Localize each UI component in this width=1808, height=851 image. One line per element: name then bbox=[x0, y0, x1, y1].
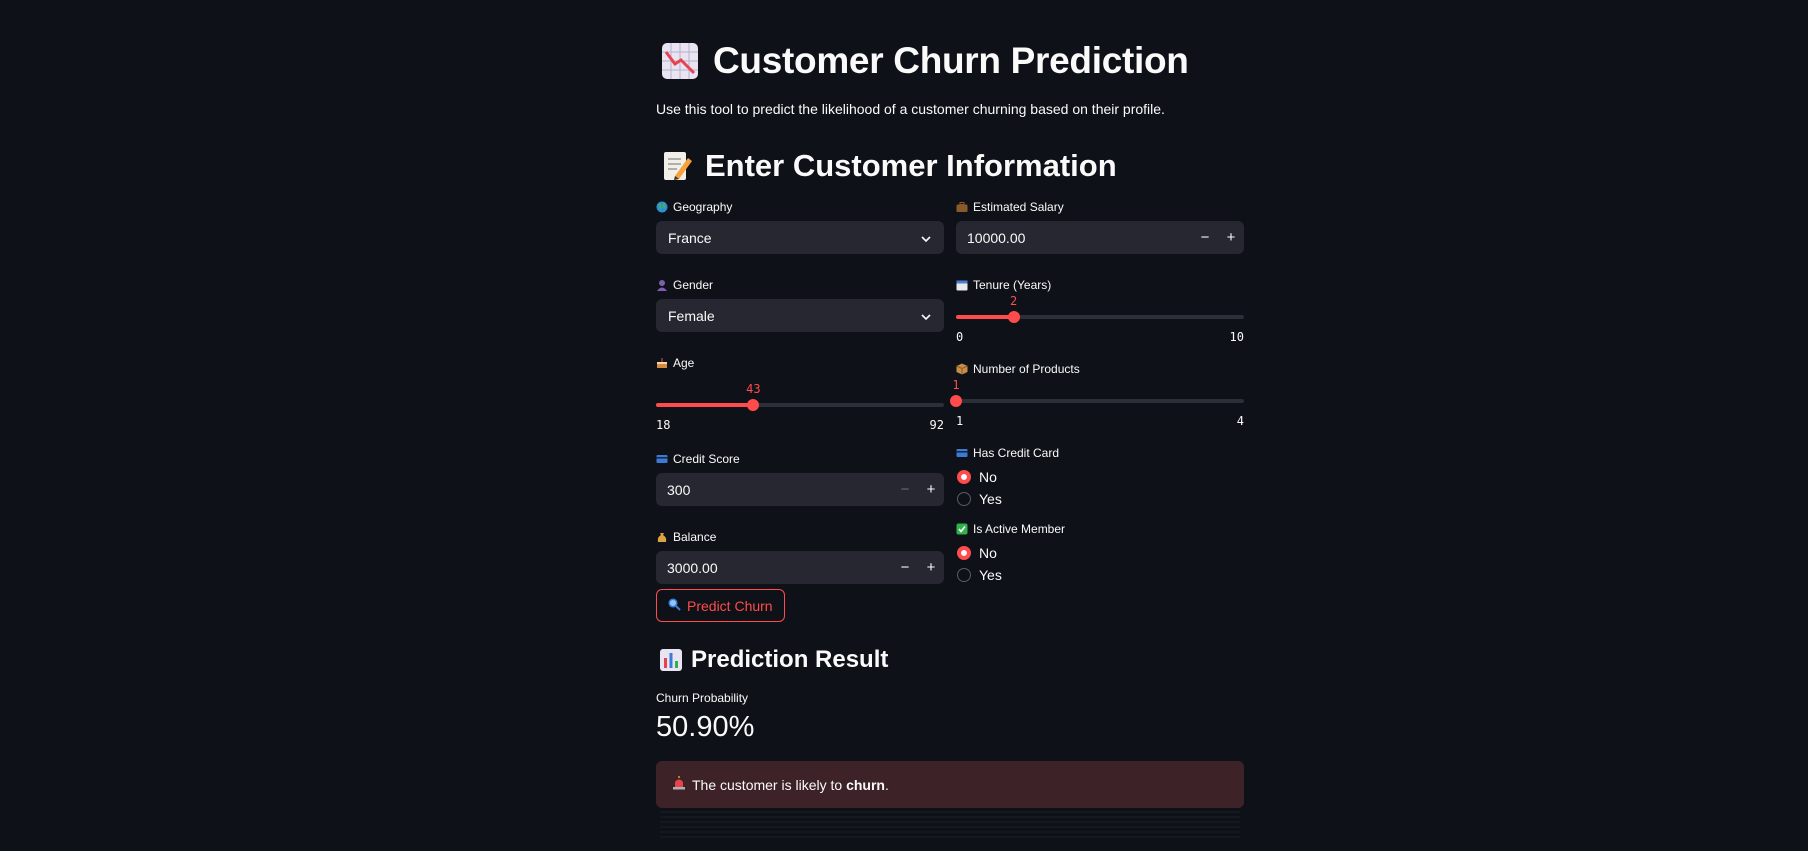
slider-fill bbox=[656, 403, 754, 407]
credit-score-decrement-button[interactable]: − bbox=[892, 473, 918, 506]
page-title: Customer Churn Prediction bbox=[661, 40, 1189, 82]
is-active-member-radio-group: No Yes bbox=[956, 542, 1244, 586]
geography-select[interactable]: France bbox=[656, 221, 944, 254]
balance-label: Balance bbox=[673, 530, 717, 544]
radio-selected[interactable] bbox=[957, 546, 971, 560]
money-bag-icon bbox=[656, 531, 668, 543]
is-active-member-option-no[interactable]: No bbox=[957, 542, 1244, 564]
gender-field: Gender Female bbox=[656, 276, 944, 332]
age-label: Age bbox=[673, 356, 695, 370]
slider-thumb[interactable] bbox=[1007, 311, 1020, 323]
slider-max: 4 bbox=[1236, 414, 1244, 428]
metric-label: Churn Probability bbox=[656, 691, 749, 705]
siren-icon bbox=[672, 776, 686, 793]
balance-value: 3000.00 bbox=[667, 559, 718, 576]
has-credit-card-option-yes[interactable]: Yes bbox=[957, 488, 1244, 510]
slider-value: 2 bbox=[1009, 294, 1018, 308]
churn-alert: The customer is likely to churn. bbox=[656, 761, 1244, 808]
balance-field: Balance 3000.00 − + bbox=[656, 528, 944, 584]
alert-emphasis: churn bbox=[846, 776, 885, 793]
credit-score-increment-button[interactable]: + bbox=[918, 473, 944, 506]
slider-thumb[interactable] bbox=[747, 399, 760, 411]
age-field: Age 43 18 92 bbox=[656, 354, 944, 432]
num-products-slider[interactable]: 1 bbox=[950, 368, 1244, 412]
loading-placeholder bbox=[660, 811, 1240, 841]
is-active-member-label: Is Active Member bbox=[973, 522, 1066, 536]
has-credit-card-radio-group: No Yes bbox=[956, 466, 1244, 510]
gender-label: Gender bbox=[673, 278, 714, 292]
gender-select[interactable]: Female bbox=[656, 299, 944, 332]
tenure-field: Tenure (Years) 2 0 10 bbox=[956, 276, 1244, 344]
cake-icon bbox=[656, 357, 668, 369]
result-heading-text: Prediction Result bbox=[691, 646, 889, 673]
age-slider[interactable]: 43 bbox=[656, 372, 944, 416]
section-heading-text: Enter Customer Information bbox=[705, 148, 1117, 183]
geography-value: France bbox=[668, 229, 712, 246]
form-right-column: Estimated Salary 10000.00 − + Tenure (Ye… bbox=[950, 198, 1244, 586]
geography-label: Geography bbox=[673, 200, 733, 214]
has-credit-card-field: Has Credit Card No Yes bbox=[956, 444, 1244, 510]
balance-decrement-button[interactable]: − bbox=[892, 551, 918, 584]
credit-score-value: 300 bbox=[667, 481, 691, 498]
balance-increment-button[interactable]: + bbox=[918, 551, 944, 584]
section-heading: Enter Customer Information bbox=[661, 148, 1117, 184]
is-active-member-option-yes[interactable]: Yes bbox=[957, 564, 1244, 586]
slider-min: 1 bbox=[956, 414, 964, 428]
slider-min: 0 bbox=[956, 330, 964, 344]
globe-icon bbox=[656, 201, 668, 213]
alert-message: The customer is likely to churn. bbox=[692, 776, 889, 793]
slider-max: 92 bbox=[929, 418, 944, 432]
magnifier-icon bbox=[668, 597, 681, 614]
credit-card-icon bbox=[956, 447, 968, 459]
estimated-salary-field: Estimated Salary 10000.00 − + bbox=[956, 198, 1244, 254]
predict-churn-label: Predict Churn bbox=[687, 597, 773, 614]
credit-score-input[interactable]: 300 − + bbox=[656, 473, 944, 506]
credit-card-icon bbox=[656, 453, 668, 465]
metric-value: 50.90% bbox=[656, 711, 755, 743]
has-credit-card-label: Has Credit Card bbox=[973, 446, 1060, 460]
has-credit-card-option-no[interactable]: No bbox=[957, 466, 1244, 488]
gender-value: Female bbox=[668, 307, 715, 324]
slider-thumb[interactable] bbox=[950, 395, 962, 407]
person-icon bbox=[656, 279, 668, 291]
chevron-down-icon bbox=[920, 308, 932, 324]
estimated-salary-increment-button[interactable]: + bbox=[1218, 221, 1244, 254]
slider-value: 1 bbox=[952, 378, 960, 392]
slider-track bbox=[956, 399, 1244, 403]
credit-score-field: Credit Score 300 − + bbox=[656, 450, 944, 506]
predict-churn-button[interactable]: Predict Churn bbox=[656, 589, 785, 622]
slider-value: 43 bbox=[746, 382, 761, 396]
result-heading: Prediction Result bbox=[659, 646, 888, 674]
bar-chart-icon bbox=[659, 648, 683, 672]
chart-decreasing-icon bbox=[661, 42, 699, 80]
num-products-field: Number of Products 1 1 4 bbox=[950, 360, 1244, 428]
page-title-text: Customer Churn Prediction bbox=[713, 40, 1189, 81]
memo-icon bbox=[661, 150, 693, 182]
chevron-down-icon bbox=[920, 230, 932, 246]
radio-unselected[interactable] bbox=[957, 492, 971, 506]
check-box-icon bbox=[956, 523, 968, 535]
radio-unselected[interactable] bbox=[957, 568, 971, 582]
radio-selected[interactable] bbox=[957, 470, 971, 484]
estimated-salary-input[interactable]: 10000.00 − + bbox=[956, 221, 1244, 254]
is-active-member-field: Is Active Member No Yes bbox=[956, 520, 1244, 586]
estimated-salary-label: Estimated Salary bbox=[973, 200, 1064, 214]
slider-min: 18 bbox=[656, 418, 671, 432]
estimated-salary-decrement-button[interactable]: − bbox=[1192, 221, 1218, 254]
page-subtitle: Use this tool to predict the likelihood … bbox=[656, 101, 1165, 117]
slider-max: 10 bbox=[1229, 330, 1244, 344]
credit-score-label: Credit Score bbox=[673, 452, 740, 466]
form-left-column: Geography France Gender Female Age 43 18… bbox=[656, 198, 944, 584]
balance-input[interactable]: 3000.00 − + bbox=[656, 551, 944, 584]
tenure-slider[interactable]: 2 bbox=[956, 284, 1244, 328]
estimated-salary-value: 10000.00 bbox=[967, 229, 1026, 246]
slider-fill bbox=[956, 315, 1014, 319]
geography-field: Geography France bbox=[656, 198, 944, 254]
briefcase-icon bbox=[956, 201, 968, 213]
